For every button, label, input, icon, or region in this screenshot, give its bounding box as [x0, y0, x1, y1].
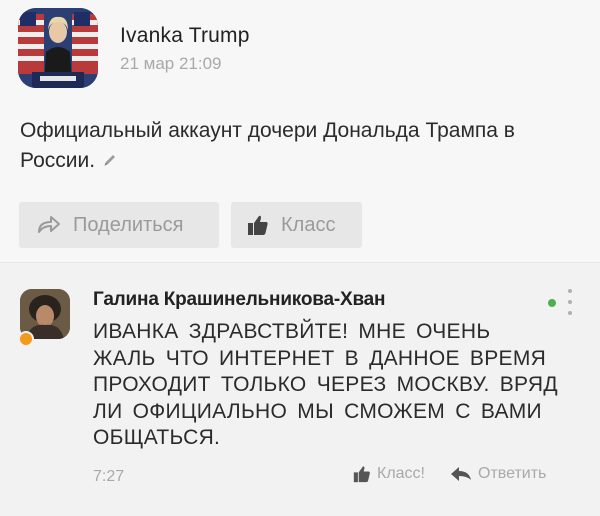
commenter-name[interactable]: Галина Крашинельникова-Хван	[93, 289, 386, 311]
comment-text: ИВАНКА ЗДРАВСТВЙТЕ! МНЕ ОЧЕНЬ ЖАЛЬ ЧТО И…	[93, 320, 558, 449]
post-text: Официальный аккаунт дочери Дональда Трам…	[20, 116, 590, 176]
more-vertical-icon[interactable]	[565, 289, 575, 315]
share-arrow-icon	[35, 215, 61, 235]
share-label: Поделиться	[73, 213, 184, 236]
avatar-photo	[18, 8, 98, 88]
comment-item: Галина Крашинельникова-Хван ИВАНКА ЗДРАВ…	[0, 263, 600, 516]
comment-like-button[interactable]: Класс!	[353, 465, 425, 483]
post-text-content: Официальный аккаунт дочери Дональда Трам…	[20, 119, 515, 172]
post-card: Ivanka Trump 21 мар 21:09 Официальный ак…	[0, 0, 600, 262]
thumbs-up-icon	[353, 465, 371, 483]
like-label: Класс	[281, 213, 336, 236]
comment-reply-label: Ответить	[478, 465, 547, 482]
like-button[interactable]: Класс	[231, 202, 362, 248]
post-timestamp: 21 мар 21:09	[120, 54, 222, 73]
comment-timestamp: 7:27	[93, 468, 125, 485]
comment-like-label: Класс!	[377, 465, 425, 482]
thumbs-up-icon	[247, 214, 269, 236]
pencil-icon[interactable]	[103, 146, 117, 176]
online-status-icon	[548, 299, 556, 307]
share-button[interactable]: Поделиться	[19, 202, 219, 248]
presence-indicator	[18, 331, 34, 347]
post-author-name[interactable]: Ivanka Trump	[120, 24, 250, 48]
comment-reply-button[interactable]: Ответить	[450, 465, 546, 483]
author-avatar[interactable]	[18, 8, 98, 88]
reply-arrow-icon	[450, 466, 472, 482]
